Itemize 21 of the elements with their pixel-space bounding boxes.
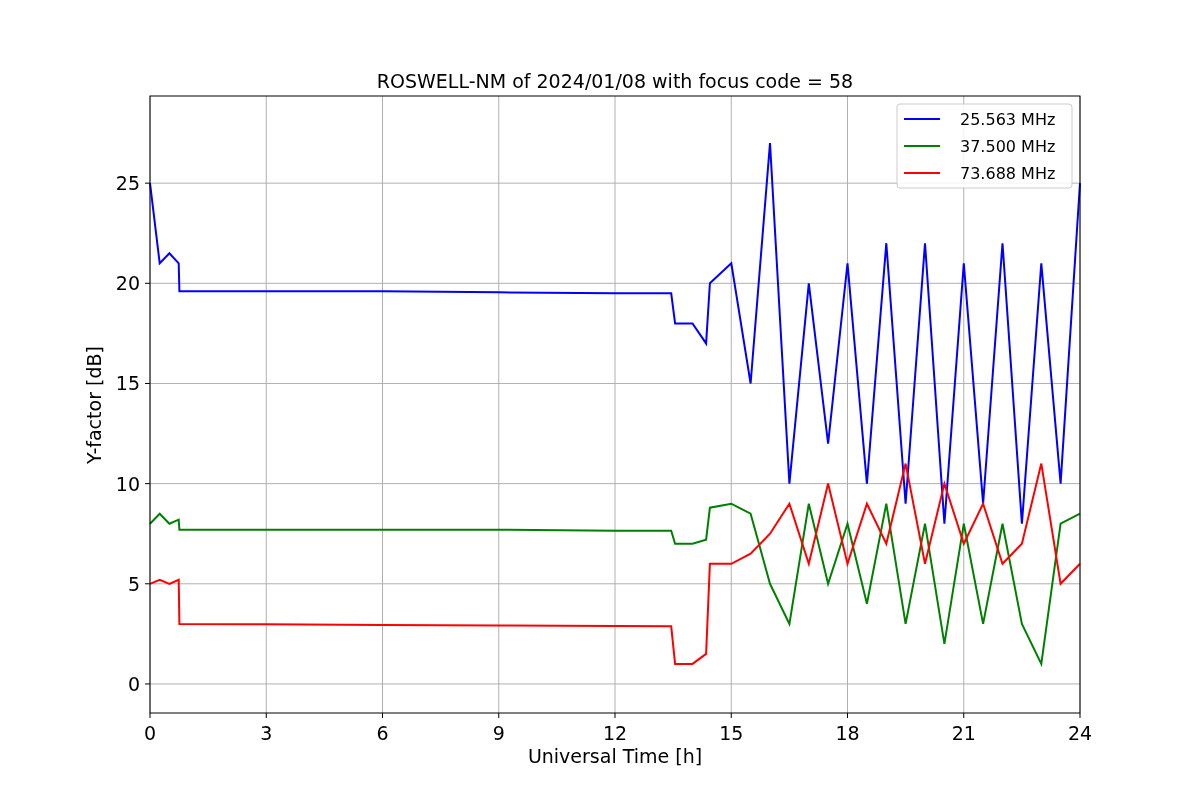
tick-label: 12 bbox=[602, 722, 628, 744]
tick-label: 25 bbox=[115, 172, 140, 195]
tick-label: 18 bbox=[835, 722, 860, 744]
tick-label: 24 bbox=[1067, 722, 1093, 744]
legend-label: 73.688 MHz bbox=[960, 164, 1056, 183]
tick-label: 3 bbox=[260, 722, 273, 744]
x-axis-label: Universal Time [h] bbox=[527, 745, 703, 767]
tick-label: 15 bbox=[719, 722, 744, 744]
y-axis-label: Y-factor [dB] bbox=[83, 346, 105, 464]
tick-label: 10 bbox=[115, 472, 140, 495]
legend-label: 25.563 MHz bbox=[960, 110, 1056, 129]
tick-label: 0 bbox=[127, 672, 140, 695]
tick-label: 5 bbox=[127, 572, 140, 595]
tick-label: 6 bbox=[376, 722, 389, 744]
tick-label: 15 bbox=[115, 372, 140, 395]
tick-label: 21 bbox=[951, 722, 976, 744]
chart-title: ROSWELL-NM of 2024/01/08 with focus code = 58 bbox=[376, 70, 854, 92]
legend-label: 37.500 MHz bbox=[960, 137, 1056, 156]
tick-label: 9 bbox=[492, 722, 505, 744]
tick-label: 0 bbox=[143, 722, 157, 744]
tick-label: 20 bbox=[115, 272, 140, 295]
